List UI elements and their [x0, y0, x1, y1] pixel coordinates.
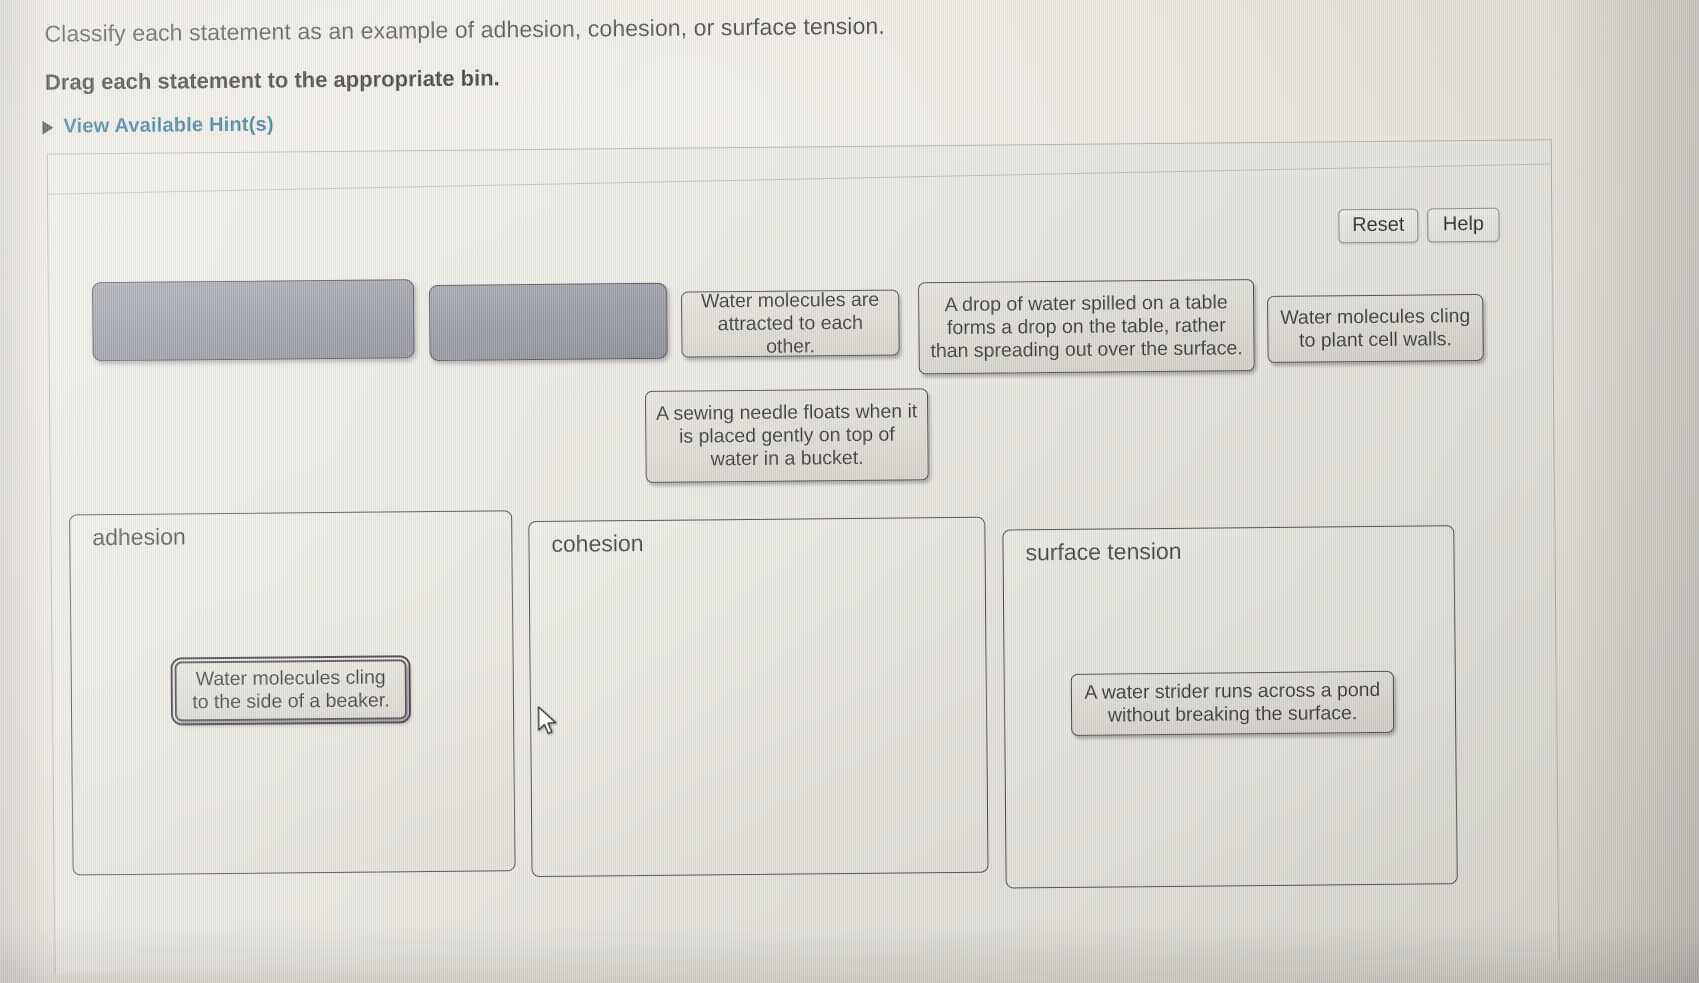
instruction-text: Drag each statement to the appropriate b…: [44, 65, 500, 95]
tile-label: A sewing needle floats when it is placed…: [655, 399, 918, 470]
screen-photo: Classify each statement as an example of…: [0, 0, 1699, 983]
draggable-tile-water-attracted[interactable]: Water molecules are attracted to each ot…: [681, 288, 900, 358]
bin-title-adhesion: adhesion: [92, 523, 186, 551]
view-hints-toggle[interactable]: View Available Hint(s): [42, 114, 274, 139]
draggable-tile-plant-cell-walls[interactable]: Water molecules cling to plant cell wall…: [1267, 293, 1484, 363]
page-title: Classify each statement as an example of…: [44, 12, 885, 47]
empty-slot-1[interactable]: [91, 279, 415, 362]
reset-button[interactable]: Reset: [1338, 208, 1419, 244]
triangle-right-icon: [42, 120, 54, 135]
tile-label: Water molecules cling to plant cell wall…: [1280, 304, 1471, 352]
help-button[interactable]: Help: [1427, 207, 1500, 243]
bin-title-cohesion: cohesion: [551, 529, 644, 557]
placed-tile-beaker-side[interactable]: Water molecules cling to the side of a b…: [170, 654, 412, 727]
placed-tile-water-strider[interactable]: A water strider runs across a pond witho…: [1070, 670, 1395, 736]
tile-label: A drop of water spilled on a table forms…: [930, 290, 1243, 362]
bin-cohesion[interactable]: cohesion: [528, 516, 989, 878]
page-canvas: Classify each statement as an example of…: [0, 0, 1699, 983]
tile-label: Water molecules cling to the side of a b…: [192, 666, 390, 714]
bin-title-surface-tension: surface tension: [1025, 537, 1182, 566]
tile-label: Water molecules are attracted to each ot…: [700, 288, 880, 358]
view-hints-label: View Available Hint(s): [63, 113, 274, 138]
empty-slot-2[interactable]: [428, 282, 668, 362]
exercise-toolbar: Reset Help: [1338, 207, 1500, 244]
tile-label: A water strider runs across a pond witho…: [1084, 678, 1381, 727]
draggable-tile-sewing-needle[interactable]: A sewing needle floats when it is placed…: [644, 388, 929, 483]
draggable-tile-drop-on-table[interactable]: A drop of water spilled on a table forms…: [917, 279, 1255, 375]
